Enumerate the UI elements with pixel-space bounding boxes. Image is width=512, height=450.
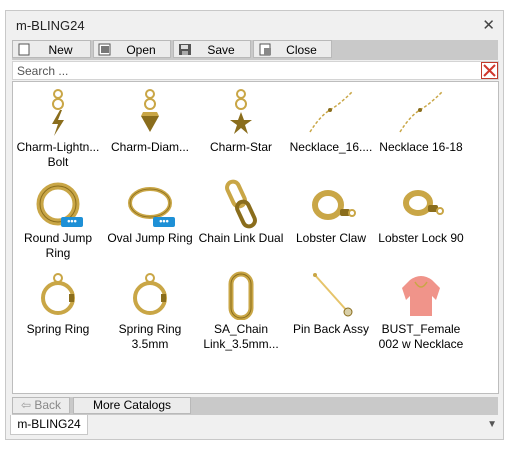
options-badge-icon[interactable]: ••• xyxy=(61,217,83,227)
catalog-item[interactable]: Lobster Claw xyxy=(286,179,376,269)
catalog-item-label: Spring Ring 3.5mm xyxy=(105,322,195,352)
catalog-item[interactable]: Charm-Diam... xyxy=(105,88,195,178)
necklace-chain-icon xyxy=(399,91,443,133)
charm-diamond-icon xyxy=(141,89,159,132)
search-bar xyxy=(12,61,499,80)
charm-lightning-bolt-icon xyxy=(52,89,64,136)
catalog-item[interactable]: ••• Oval Jump Ring xyxy=(105,179,195,269)
lobster-lock-icon xyxy=(403,190,444,216)
catalog-item-label: Charm-Diam... xyxy=(105,140,195,155)
tab-menu-chevron-down-icon[interactable]: ▼ xyxy=(487,419,497,430)
catalog-window: m-BLING24 ✕ New Open Save Close Search .… xyxy=(5,10,504,440)
catalog-item-label-line1: Pin Back Assy xyxy=(292,322,370,336)
catalog-item[interactable]: Charm-Lightn... Bolt xyxy=(13,88,103,178)
necklace-chain-icon xyxy=(309,91,353,133)
catalog-item-label-line2: Bolt xyxy=(47,155,69,169)
catalog-item-label: Pin Back Assy xyxy=(286,322,376,337)
catalog-item-label-line1: BUST_Female xyxy=(381,322,461,336)
spring-ring-icon xyxy=(41,273,75,315)
open-button[interactable]: Open xyxy=(93,40,171,58)
catalog-item[interactable]: Chain Link Dual xyxy=(196,179,286,269)
catalog-item[interactable]: SA_Chain Link_3.5mm... xyxy=(196,270,286,360)
chain-link-oval-icon xyxy=(228,271,254,320)
catalog-item-label-line1: Oval Jump Ring xyxy=(107,231,193,245)
open-button-label: Open xyxy=(126,43,156,57)
catalog-item-label: Charm-Lightn... Bolt xyxy=(13,140,103,170)
tab-strip: m-BLING24 ▼ xyxy=(6,415,503,439)
window-title: m-BLING24 xyxy=(16,18,85,33)
close-window-icon[interactable]: ✕ xyxy=(482,16,495,34)
back-button[interactable]: ⇦ Back xyxy=(12,397,70,414)
more-catalogs-button[interactable]: More Catalogs xyxy=(73,397,191,414)
catalog-item-label: Oval Jump Ring xyxy=(105,231,195,246)
catalog-item[interactable]: Necklace 16-18 xyxy=(376,88,466,178)
bottom-bar: ⇦ Back More Catalogs xyxy=(12,397,498,415)
catalog-item-label: BUST_Female 002 w Necklace xyxy=(376,322,466,352)
save-button[interactable]: Save xyxy=(173,40,251,58)
new-button-label: New xyxy=(48,43,73,57)
catalog-item-label-line1: Spring Ring xyxy=(26,322,90,336)
title-bar: m-BLING24 ✕ xyxy=(6,11,503,39)
catalog-item[interactable]: BUST_Female 002 w Necklace xyxy=(376,270,466,360)
charm-star-icon xyxy=(230,89,252,134)
catalog-item-label: Lobster Lock 90 xyxy=(376,231,466,246)
close-button[interactable]: Close xyxy=(253,40,332,58)
back-button-label: Back xyxy=(34,398,62,412)
catalog-item[interactable]: Lobster Lock 90 xyxy=(376,179,466,269)
catalog-item-label-line1: Lobster Lock 90 xyxy=(378,231,464,245)
pin-back-icon xyxy=(313,273,353,317)
catalog-item-label: Chain Link Dual xyxy=(196,231,286,246)
catalog-item-label-line2: 3.5mm xyxy=(131,337,169,351)
catalog-item-label-line2: Ring xyxy=(45,246,71,260)
spring-ring-icon xyxy=(133,273,167,315)
catalog-item[interactable]: ••• Round Jump Ring xyxy=(13,179,103,269)
clear-x-icon xyxy=(483,64,496,77)
catalog-item-label-line1: Lobster Claw xyxy=(295,231,367,245)
clear-search-button[interactable] xyxy=(481,62,498,79)
catalog-grid: Charm-Lightn... Bolt Charm-Diam... Charm-… xyxy=(12,81,499,394)
catalog-item-label-line1: Charm-Star xyxy=(209,140,272,154)
catalog-item-label: Necklace 16-18 xyxy=(376,140,466,155)
bust-icon xyxy=(402,276,440,316)
catalog-item[interactable]: Spring Ring 3.5mm xyxy=(105,270,195,360)
catalog-item[interactable]: Pin Back Assy xyxy=(286,270,376,360)
catalog-item-label: SA_Chain Link_3.5mm... xyxy=(196,322,286,352)
catalog-item-label: Lobster Claw xyxy=(286,231,376,246)
new-button[interactable]: New xyxy=(12,40,91,58)
catalog-item-label-line2: Link_3.5mm... xyxy=(203,337,279,351)
catalog-item[interactable]: Spring Ring xyxy=(13,270,103,360)
tab-m-bling24[interactable]: m-BLING24 xyxy=(10,415,88,435)
toolbar: New Open Save Close xyxy=(12,40,498,60)
catalog-item-label-line1: Necklace 16-18 xyxy=(379,140,463,154)
catalog-item-label-line1: Chain Link Dual xyxy=(198,231,284,245)
catalog-item-label-line1: Charm-Lightn... xyxy=(16,140,100,154)
catalog-item-label: Spring Ring xyxy=(13,322,103,337)
catalog-item[interactable]: Necklace_16.... xyxy=(286,88,376,178)
catalog-item-label-line1: Spring Ring xyxy=(118,322,182,336)
catalog-item-label-line1: Necklace_16.... xyxy=(289,140,373,154)
catalog-item-label: Necklace_16.... xyxy=(286,140,376,155)
catalog-item-label-line1: Round Jump xyxy=(23,231,93,245)
save-button-label: Save xyxy=(207,43,235,57)
catalog-item[interactable]: Charm-Star xyxy=(196,88,286,178)
catalog-item-label-line2: 002 w Necklace xyxy=(378,337,464,351)
search-input[interactable] xyxy=(13,62,457,79)
back-arrow-icon: ⇦ xyxy=(20,398,32,412)
options-badge-icon[interactable]: ••• xyxy=(153,217,175,227)
catalog-item-label: Round Jump Ring xyxy=(13,231,103,261)
catalog-item-label: Charm-Star xyxy=(196,140,286,155)
close-button-label: Close xyxy=(286,43,317,57)
lobster-claw-icon xyxy=(312,190,356,220)
catalog-item-label-line1: Charm-Diam... xyxy=(110,140,189,154)
chain-link-icon xyxy=(225,179,257,229)
catalog-item-label-line1: SA_Chain xyxy=(213,322,269,336)
